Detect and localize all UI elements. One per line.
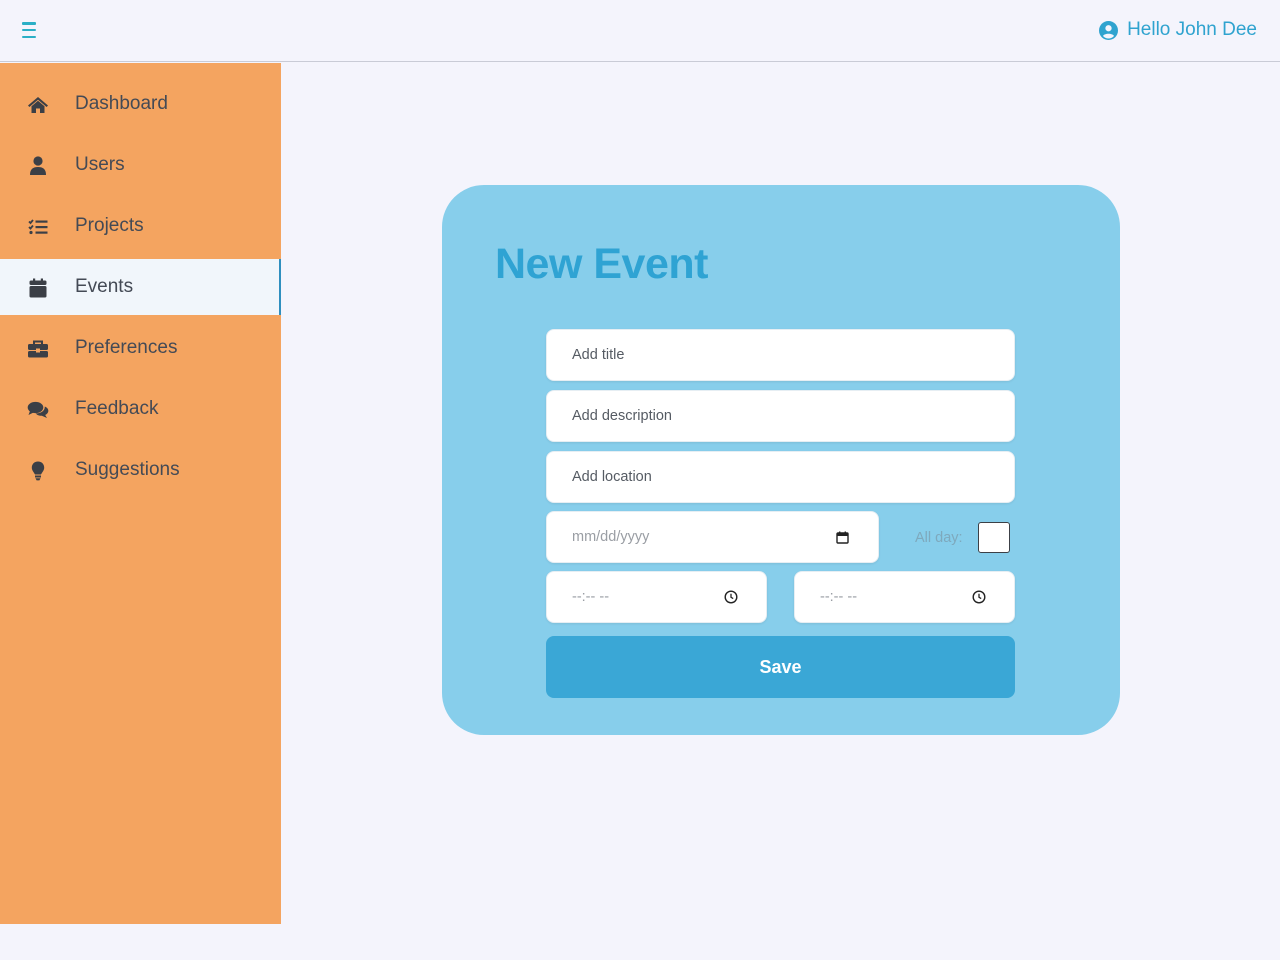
save-button[interactable]: Save [546,636,1015,698]
sidebar-item-label: Users [75,154,125,175]
date-input[interactable]: mm/dd/yyyy [546,511,879,563]
title-placeholder: Add title [572,347,625,363]
tasks-icon [27,216,49,238]
description-input[interactable]: Add description [546,390,1015,442]
new-event-card: New Event Add title Add description Add … [442,185,1120,735]
toolbox-icon [27,338,49,360]
sidebar-item-label: Suggestions [75,459,180,480]
calendar-picker-icon[interactable] [834,529,850,545]
sidebar-item-projects[interactable]: Projects [0,198,281,254]
top-bar: Hello John Dee [0,0,1280,62]
lightbulb-icon [27,460,49,482]
clock-icon[interactable] [723,589,739,605]
sidebar-item-dashboard[interactable]: Dashboard [0,76,281,132]
home-icon [27,94,49,116]
all-day-label: All day: [915,530,963,546]
description-placeholder: Add description [572,408,672,424]
title-input[interactable]: Add title [546,329,1015,381]
clock-icon[interactable] [971,589,987,605]
comments-icon [27,399,49,421]
user-circle-icon [1099,20,1119,40]
sidebar-item-events[interactable]: Events [0,259,281,315]
date-placeholder: mm/dd/yyyy [572,529,650,545]
sidebar: Dashboard Users Projects Events Preferen… [0,63,281,924]
location-placeholder: Add location [572,469,652,485]
user-icon [27,155,49,177]
start-time-input[interactable]: --:-- -- [546,571,767,623]
sidebar-item-users[interactable]: Users [0,137,281,193]
location-input[interactable]: Add location [546,451,1015,503]
sidebar-item-label: Projects [75,215,144,236]
calendar-icon [27,277,49,299]
end-time-input[interactable]: --:-- -- [794,571,1015,623]
greeting-text: Hello John Dee [1127,19,1257,40]
sidebar-item-label: Preferences [75,337,178,358]
sidebar-item-preferences[interactable]: Preferences [0,320,281,376]
sidebar-item-suggestions[interactable]: Suggestions [0,442,281,498]
sidebar-item-label: Events [75,276,134,297]
sidebar-item-label: Dashboard [75,93,168,114]
sidebar-item-label: Feedback [75,398,159,419]
end-time-placeholder: --:-- -- [820,589,858,605]
start-time-placeholder: --:-- -- [572,589,610,605]
sidebar-item-feedback[interactable]: Feedback [0,381,281,437]
page-title: New Event [495,240,708,288]
user-greeting[interactable]: Hello John Dee [1099,19,1257,41]
all-day-checkbox[interactable] [978,522,1010,553]
hamburger-menu-icon[interactable] [22,22,40,38]
